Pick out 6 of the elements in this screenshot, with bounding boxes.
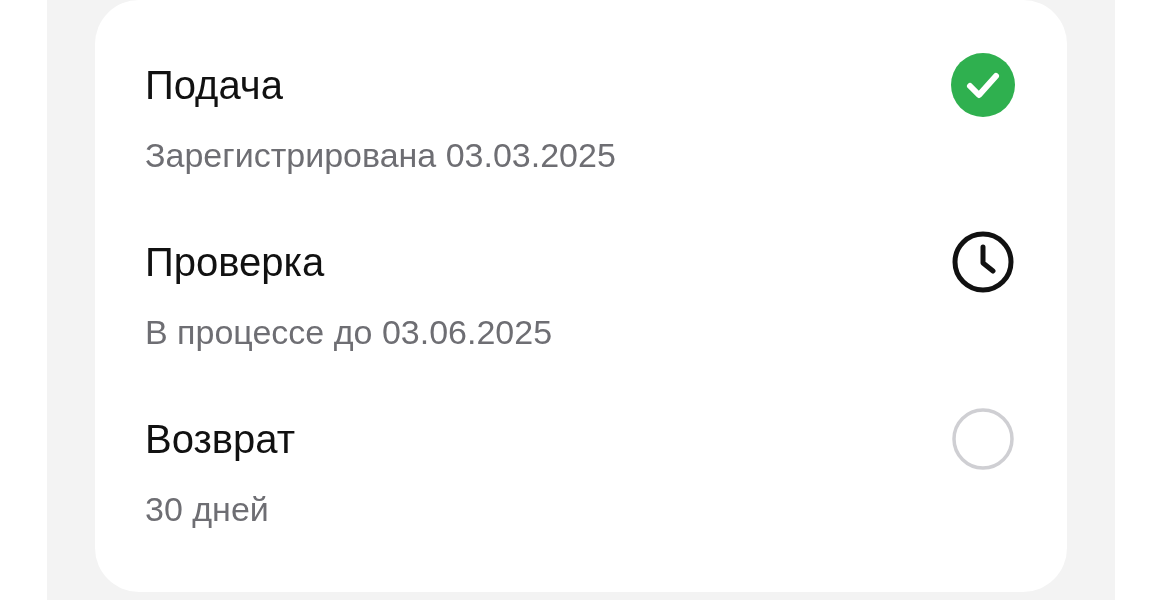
step-subtitle: Зарегистрирована 03.03.2025	[145, 135, 616, 176]
step-subtitle: В процессе до 03.06.2025	[145, 312, 553, 353]
step-title: Подача	[145, 62, 284, 109]
step-subtitle: 30 дней	[145, 489, 270, 530]
step-title: Проверка	[145, 239, 326, 286]
step-title: Возврат	[145, 416, 295, 463]
